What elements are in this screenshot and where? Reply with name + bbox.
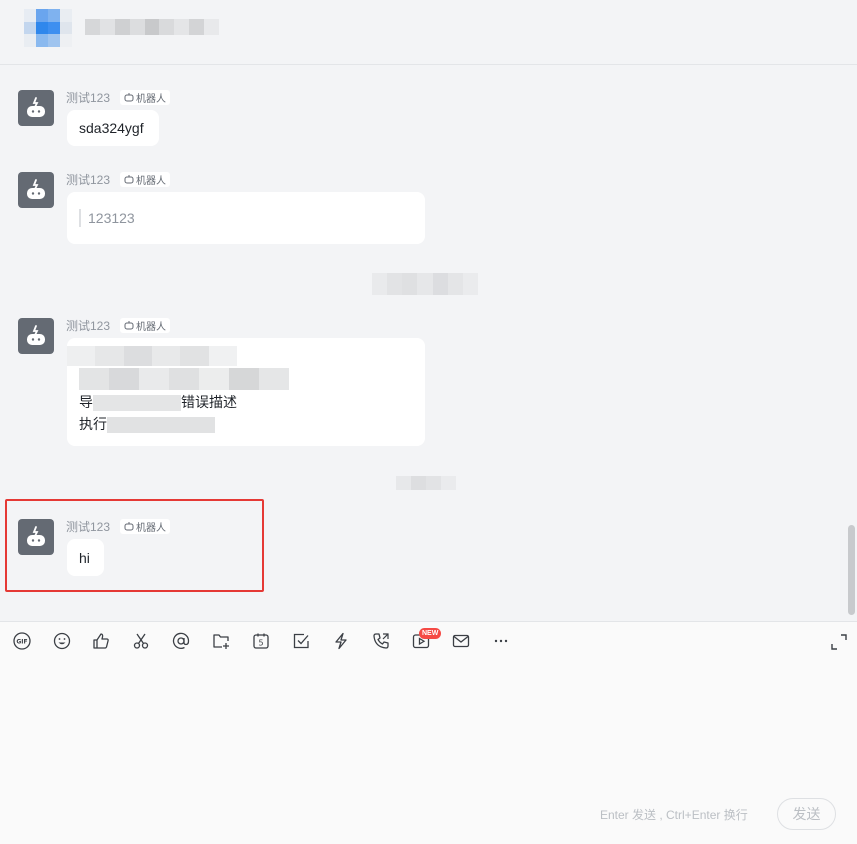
robot-icon [27,179,45,199]
bot-avatar[interactable] [18,172,54,208]
send-button[interactable]: 发送 [777,798,836,830]
quoted-text: 123123 [79,209,135,227]
blurred-line-4: 执行 [79,414,215,434]
mention-icon[interactable] [171,631,191,651]
sender-name[interactable]: 测试123 [66,171,110,188]
message-meta: 测试123 机器人 [66,89,171,106]
phone-call-icon[interactable] [371,631,391,651]
message-bubble[interactable]: 123123 [67,192,425,244]
send-hint: Enter 发送 , Ctrl+Enter 换行 [600,808,748,822]
emoji-icon[interactable] [52,631,72,651]
chat-avatar[interactable] [24,9,72,47]
message-list[interactable]: 测试123 机器人 sda324ygf 测试123 机器人 123123 测试1… [0,65,857,621]
scissors-icon[interactable] [131,631,151,651]
svg-text:GIF: GIF [16,639,27,646]
message-bubble[interactable]: 导错误描述 执行 [67,338,425,446]
thumbs-up-icon[interactable] [91,631,111,651]
blurred-line-3: 导错误描述 [79,394,237,412]
robot-icon [27,97,45,117]
new-badge: NEW [419,628,442,639]
blurred-line [67,346,237,366]
scrollbar-thumb[interactable] [848,525,855,615]
chat-title-blurred [85,19,220,35]
task-check-icon[interactable] [291,631,311,651]
bot-tag: 机器人 [120,171,171,187]
robot-tag-icon [124,175,134,184]
system-notice-blurred [396,476,456,490]
bot-avatar[interactable] [18,90,54,126]
composer: GIF 5 NEW Enter 发送 , Ctrl+Enter 换行 发送 [0,621,857,844]
message-text: sda324ygf [79,120,144,136]
sender-name[interactable]: 测试123 [66,317,110,334]
robot-icon [27,325,45,345]
bot-tag: 机器人 [120,89,171,105]
blurred-line [79,368,289,390]
sender-name[interactable]: 测试123 [66,89,110,106]
calendar-icon[interactable]: 5 [251,631,271,651]
message-meta: 测试123 机器人 [66,171,171,188]
mail-icon[interactable] [451,631,471,651]
message-meta: 测试123 机器人 [66,317,171,334]
svg-text:5: 5 [258,639,263,648]
message-bubble[interactable]: sda324ygf [67,110,159,146]
message-input[interactable] [12,662,845,787]
lightning-icon[interactable] [331,631,351,651]
gif-icon[interactable]: GIF [12,631,32,651]
bot-avatar[interactable] [18,318,54,354]
chat-header [0,0,857,65]
system-notice-blurred [372,273,478,295]
robot-tag-icon [124,93,134,102]
more-icon[interactable] [491,631,511,651]
robot-tag-icon [124,321,134,330]
expand-icon[interactable] [829,632,849,652]
highlight-box [5,499,264,592]
bot-tag: 机器人 [120,317,171,333]
folder-add-icon[interactable] [211,631,231,651]
